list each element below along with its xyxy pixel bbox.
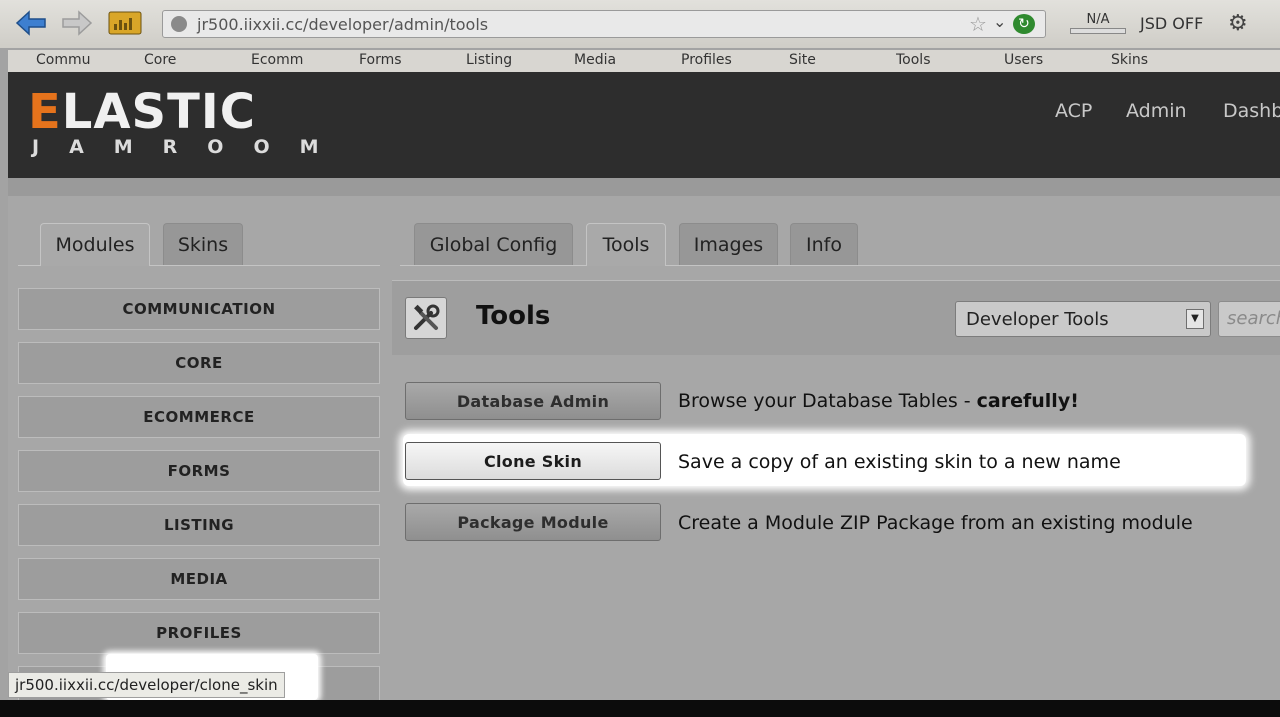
tab-global-config[interactable]: Global Config — [414, 223, 573, 265]
sidebar-item-listing[interactable]: LISTING — [18, 504, 380, 546]
tool-category-select[interactable]: Developer Tools ▼ — [955, 301, 1211, 337]
sidebar-item-forms[interactable]: FORMS — [18, 450, 380, 492]
bandwidth-meter: N/A — [1070, 12, 1126, 34]
bandwidth-value: N/A — [1086, 12, 1110, 27]
bookmark-item[interactable]: Users — [1004, 52, 1074, 68]
bookmark-item[interactable]: Commu — [36, 52, 106, 68]
panel-header: Tools Developer Tools ▼ search — [392, 280, 1280, 355]
sidebar-item-media[interactable]: MEDIA — [18, 558, 380, 600]
description-text: Browse your Database Tables - — [678, 390, 977, 412]
admin-content: Modules Skins Global Config Tools Images… — [8, 196, 1280, 700]
bookmark-item[interactable]: Listing — [466, 52, 536, 68]
site-identity-icon[interactable] — [171, 16, 187, 32]
search-input[interactable]: search — [1218, 301, 1280, 337]
logo-subtitle: JAMROOM — [32, 136, 349, 158]
bookmark-item[interactable]: Core — [144, 52, 214, 68]
sidebar-item-communication[interactable]: COMMUNICATION — [18, 288, 380, 330]
database-admin-description: Browse your Database Tables - carefully! — [678, 390, 1079, 412]
bookmark-star-icon[interactable]: ☆ — [969, 12, 987, 36]
tab-info[interactable]: Info — [790, 223, 858, 265]
bookmark-item[interactable]: Site — [789, 52, 859, 68]
back-arrow-icon[interactable] — [14, 8, 48, 38]
bookmarks-bar: Commu Core Ecomm Forms Listing Media Pro… — [8, 50, 1280, 72]
browser-window: jr500.iixxii.cc/developer/admin/tools ☆ … — [0, 0, 1280, 700]
bookmark-item[interactable]: Media — [574, 52, 644, 68]
jsd-toggle[interactable]: JSD OFF — [1140, 14, 1203, 33]
site-logo[interactable]: ELASTIC — [28, 88, 256, 136]
bookmark-item[interactable]: Ecomm — [251, 52, 307, 68]
nav-admin[interactable]: Admin — [1126, 100, 1187, 122]
page-title: Tools — [476, 301, 551, 331]
bookmark-item[interactable]: Forms — [359, 52, 429, 68]
logo-first-letter: E — [28, 84, 62, 140]
bookmark-item[interactable]: Profiles — [681, 52, 751, 68]
tab-tools[interactable]: Tools — [586, 223, 666, 266]
database-admin-button[interactable]: Database Admin — [405, 382, 661, 420]
dashboard-icon[interactable] — [108, 8, 142, 38]
status-bar-link: jr500.iixxii.cc/developer/clone_skin — [8, 672, 285, 698]
reload-icon[interactable]: ↻ — [1013, 14, 1035, 34]
nav-dashboard[interactable]: Dashb — [1223, 100, 1280, 122]
forward-arrow-icon[interactable] — [60, 8, 94, 38]
sidebar-item-core[interactable]: CORE — [18, 342, 380, 384]
nav-acp[interactable]: ACP — [1055, 100, 1092, 122]
tools-icon — [405, 297, 447, 339]
header-divider — [8, 178, 1280, 196]
history-dropdown-icon[interactable]: ⌄ — [993, 12, 1006, 31]
description-emphasis: carefully! — [976, 390, 1079, 412]
bookmark-item[interactable]: Skins — [1111, 52, 1181, 68]
dropdown-arrow-icon[interactable]: ▼ — [1186, 309, 1204, 329]
select-value: Developer Tools — [966, 309, 1109, 330]
tab-divider — [400, 265, 1280, 266]
logo-rest: LASTIC — [61, 84, 256, 140]
tab-modules[interactable]: Modules — [40, 223, 150, 266]
clone-skin-button[interactable]: Clone Skin — [405, 442, 661, 480]
site-header: ELASTIC JAMROOM ACP Admin Dashb — [8, 72, 1280, 178]
sidebar-item-ecommerce[interactable]: ECOMMERCE — [18, 396, 380, 438]
clone-skin-description: Save a copy of an existing skin to a new… — [678, 451, 1121, 473]
bandwidth-bar — [1070, 28, 1126, 34]
browser-toolbar: jr500.iixxii.cc/developer/admin/tools ☆ … — [0, 0, 1280, 48]
package-module-description: Create a Module ZIP Package from an exis… — [678, 512, 1193, 534]
address-bar[interactable]: jr500.iixxii.cc/developer/admin/tools ☆ … — [162, 10, 1046, 38]
package-module-button[interactable]: Package Module — [405, 503, 661, 541]
gear-icon[interactable]: ⚙ — [1228, 11, 1248, 36]
url-text[interactable]: jr500.iixxii.cc/developer/admin/tools — [197, 15, 488, 34]
sidebar-item-profiles[interactable]: PROFILES — [18, 612, 380, 654]
bookmark-item[interactable]: Tools — [896, 52, 966, 68]
tab-skins[interactable]: Skins — [163, 223, 243, 265]
tab-images[interactable]: Images — [679, 223, 778, 265]
